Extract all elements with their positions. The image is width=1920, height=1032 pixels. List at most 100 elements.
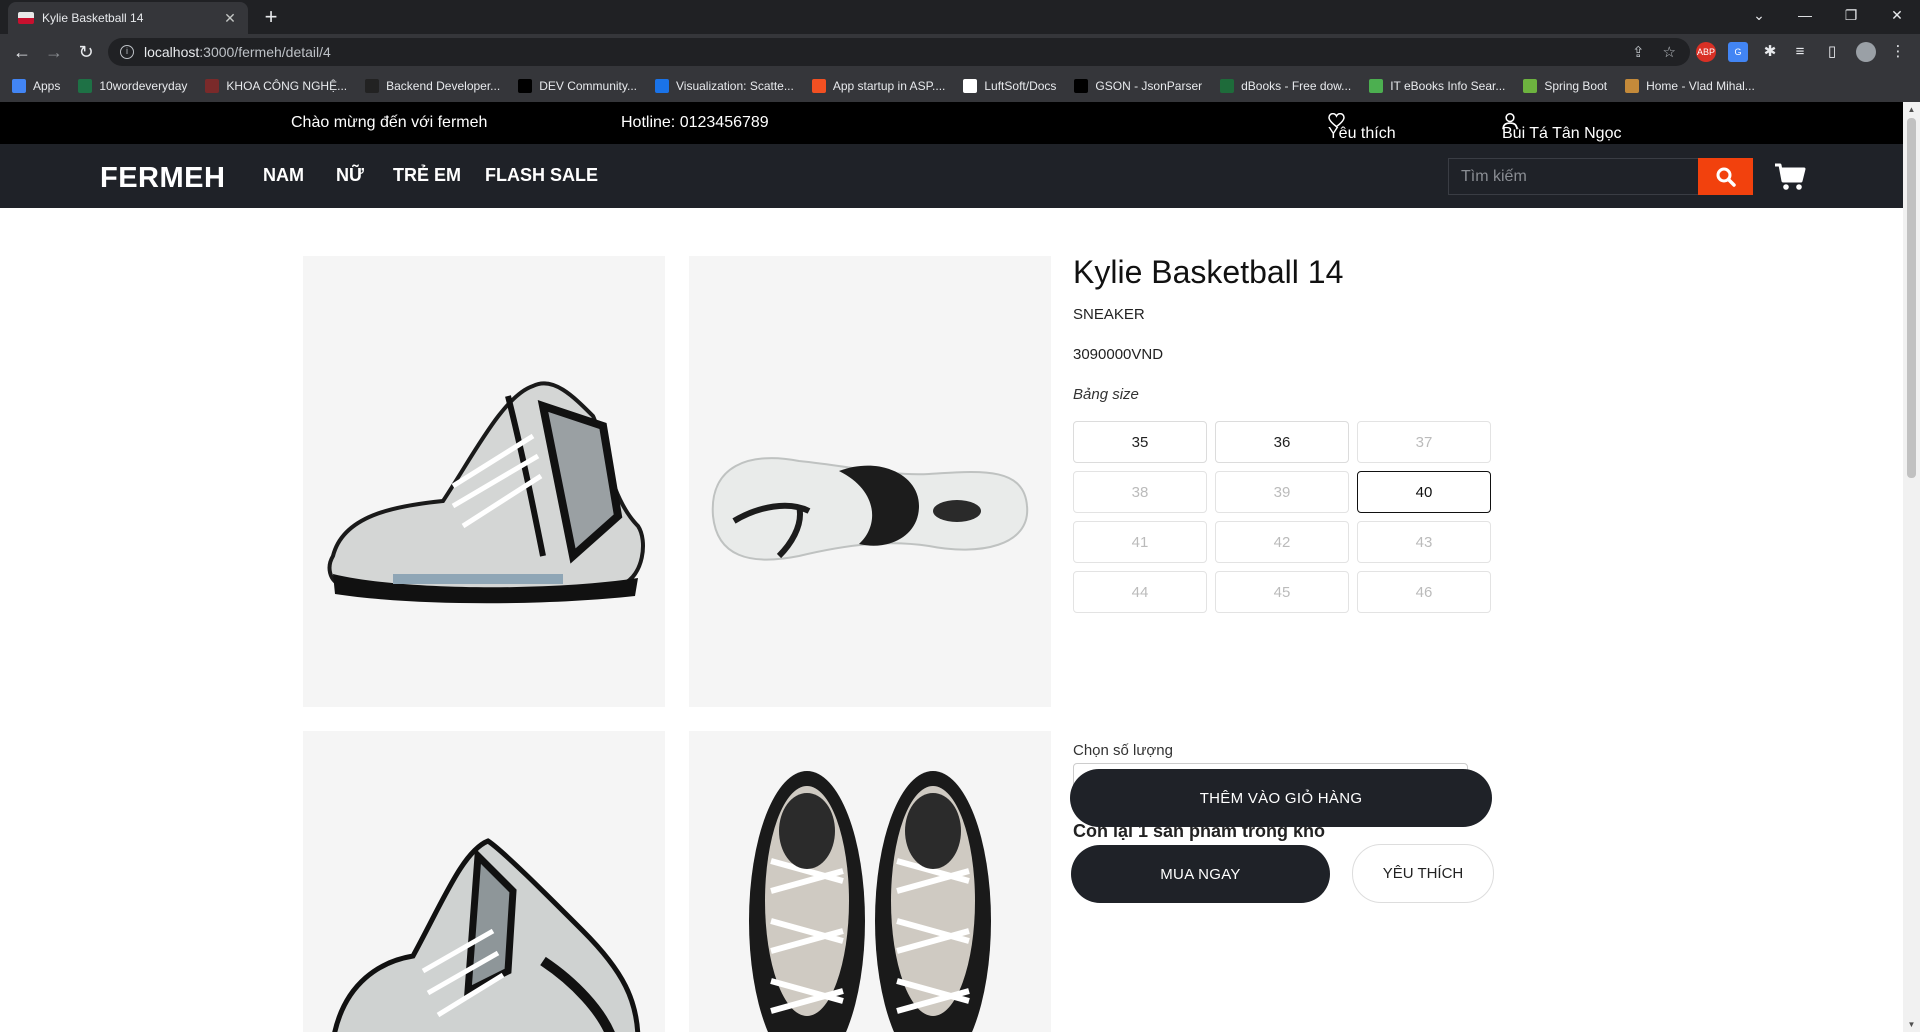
nav-link-nam[interactable]: NAM	[263, 165, 304, 186]
nav-link-tre-em[interactable]: TRẺ EM	[393, 165, 461, 186]
bookmark-label: IT eBooks Info Sear...	[1390, 79, 1506, 93]
product-photo-2[interactable]	[689, 256, 1051, 707]
profile-avatar-icon[interactable]	[1856, 42, 1876, 62]
browser-chrome: Kylie Basketball 14 ✕ + ⌄ — ❐ ✕ ← → ↻ i …	[0, 0, 1920, 102]
size-option-41: 41	[1073, 521, 1207, 563]
bookmark-item[interactable]: dBooks - Free dow...	[1220, 79, 1351, 93]
bookmark-label: Backend Developer...	[386, 79, 501, 93]
restore-icon[interactable]: ❐	[1828, 0, 1874, 30]
logo[interactable]: FERMEH	[100, 162, 225, 195]
bookmark-label: App startup in ASP....	[832, 79, 946, 93]
bookmark-item[interactable]: Spring Boot	[1523, 79, 1607, 93]
bookmark-item[interactable]: Visualization: Scatte...	[655, 79, 794, 93]
favicon-icon	[18, 12, 34, 24]
bookmark-star-icon[interactable]: ☆	[1663, 43, 1676, 61]
top-bar: Chào mừng đến với fermeh Hotline: 012345…	[0, 102, 1903, 144]
quantity-label: Chọn số lượng	[1073, 742, 1173, 759]
size-option-35[interactable]: 35	[1073, 421, 1207, 463]
reload-icon[interactable]: ↻	[74, 40, 98, 64]
close-window-icon[interactable]: ✕	[1874, 0, 1920, 30]
browser-tab[interactable]: Kylie Basketball 14 ✕	[8, 2, 248, 34]
nav-link-flash-sale[interactable]: FLASH SALE	[485, 165, 598, 186]
cart-icon[interactable]	[1774, 162, 1806, 192]
menu-icon[interactable]: ⋮	[1888, 42, 1908, 62]
translate-icon[interactable]: G	[1728, 42, 1748, 62]
close-tab-icon[interactable]: ✕	[222, 10, 238, 27]
bookmark-favicon-icon	[963, 79, 978, 93]
bookmark-item[interactable]: LuftSoft/Docs	[963, 79, 1056, 93]
product-photo-1[interactable]	[303, 256, 665, 707]
size-option-44: 44	[1073, 571, 1207, 613]
hotline-text: Hotline: 0123456789	[621, 114, 769, 131]
url-host: localhost	[144, 44, 200, 60]
scroll-up-icon[interactable]: ▲	[1907, 105, 1916, 114]
search-icon	[1716, 167, 1736, 187]
buy-now-button[interactable]: MUA NGAY	[1071, 845, 1330, 903]
bookmark-label: Home - Vlad Mihal...	[1646, 79, 1755, 93]
bookmark-favicon-icon	[1074, 79, 1089, 93]
size-option-43: 43	[1357, 521, 1491, 563]
bookmark-item[interactable]: IT eBooks Info Sear...	[1369, 79, 1505, 93]
welcome-text: Chào mừng đến với fermeh	[291, 114, 488, 131]
size-chart-label: Bảng size	[1073, 386, 1139, 403]
buy-now-label: MUA NGAY	[1160, 865, 1241, 883]
tab-search-icon[interactable]: ⌄	[1736, 0, 1782, 30]
shoe-sole-image	[711, 457, 1029, 561]
bookmark-item[interactable]: Home - Vlad Mihal...	[1625, 79, 1755, 93]
search-button[interactable]	[1698, 158, 1753, 195]
bookmark-item[interactable]: Backend Developer...	[365, 79, 500, 93]
bookmark-label: Apps	[33, 79, 61, 93]
size-option-42: 42	[1215, 521, 1349, 563]
new-tab-icon[interactable]: +	[258, 4, 284, 30]
add-to-cart-button[interactable]: THÊM VÀO GIỎ HÀNG	[1070, 769, 1492, 827]
side-panel-icon[interactable]: ▯	[1822, 42, 1842, 62]
nav-link-nu[interactable]: NỮ	[336, 165, 364, 186]
scrollbar-thumb[interactable]	[1907, 118, 1916, 478]
bookmark-favicon-icon	[1220, 79, 1235, 93]
site-info-icon[interactable]: i	[120, 45, 134, 59]
bookmark-item[interactable]: KHOA CÔNG NGHỆ...	[205, 79, 347, 93]
adblock-icon[interactable]: ABP	[1696, 42, 1716, 62]
size-option-38: 38	[1073, 471, 1207, 513]
reading-list-icon[interactable]: ≡	[1790, 42, 1810, 62]
bookmark-favicon-icon	[518, 79, 533, 93]
scroll-down-icon[interactable]: ▼	[1907, 1020, 1916, 1029]
page-scrollbar[interactable]: ▲ ▼	[1903, 102, 1920, 1032]
size-option-37: 37	[1357, 421, 1491, 463]
add-to-cart-label: THÊM VÀO GIỎ HÀNG	[1199, 789, 1363, 807]
tab-title: Kylie Basketball 14	[42, 11, 144, 25]
bookmark-label: DEV Community...	[539, 79, 637, 93]
forward-icon[interactable]: →	[42, 40, 66, 64]
address-bar[interactable]: i localhost :3000/fermeh/detail/4 ⇪ ☆	[108, 38, 1690, 66]
back-icon[interactable]: ←	[10, 40, 34, 64]
product-photo-4[interactable]	[689, 731, 1051, 1032]
bookmark-item[interactable]: GSON - JsonParser	[1074, 79, 1202, 93]
extensions-icon[interactable]: ✱	[1760, 42, 1780, 62]
shoe-top-image	[749, 771, 991, 1032]
share-icon[interactable]: ⇪	[1632, 43, 1645, 61]
bookmark-item[interactable]: DEV Community...	[518, 79, 637, 93]
bookmarks-bar: Apps 10wordeveryday KHOA CÔNG NGHỆ... Backe…	[0, 70, 1920, 102]
wishlist-link[interactable]: Yêu thích	[1328, 113, 1396, 142]
shoe-angle-image	[332, 838, 641, 1032]
bookmark-item[interactable]: Apps	[12, 79, 60, 93]
bookmark-item[interactable]: App startup in ASP....	[811, 79, 946, 93]
tab-strip: Kylie Basketball 14 ✕ + ⌄ — ❐ ✕	[0, 0, 1920, 34]
size-option-40[interactable]: 40	[1357, 471, 1491, 513]
bookmark-label: 10wordeveryday	[99, 79, 188, 93]
bookmark-item[interactable]: 10wordeveryday	[78, 79, 187, 93]
wishlist-label: Yêu thích	[1328, 125, 1396, 142]
page: Chào mừng đến với fermeh Hotline: 012345…	[0, 102, 1903, 1032]
wishlist-button-label: YÊU THÍCH	[1382, 865, 1464, 882]
minimize-icon[interactable]: —	[1782, 0, 1828, 30]
bookmark-favicon-icon	[1369, 79, 1384, 93]
user-link[interactable]: Bùi Tá Tân Ngọc	[1502, 113, 1621, 142]
browser-toolbar: ← → ↻ i localhost :3000/fermeh/detail/4 …	[0, 34, 1920, 70]
size-option-36[interactable]: 36	[1215, 421, 1349, 463]
wishlist-button[interactable]: YÊU THÍCH	[1352, 844, 1494, 903]
bookmark-favicon-icon	[811, 79, 826, 93]
product-photo-3[interactable]	[303, 731, 665, 1032]
url-path: :3000/fermeh/detail/4	[199, 44, 331, 60]
bookmark-label: Spring Boot	[1544, 79, 1608, 93]
bookmark-favicon-icon	[365, 79, 380, 93]
